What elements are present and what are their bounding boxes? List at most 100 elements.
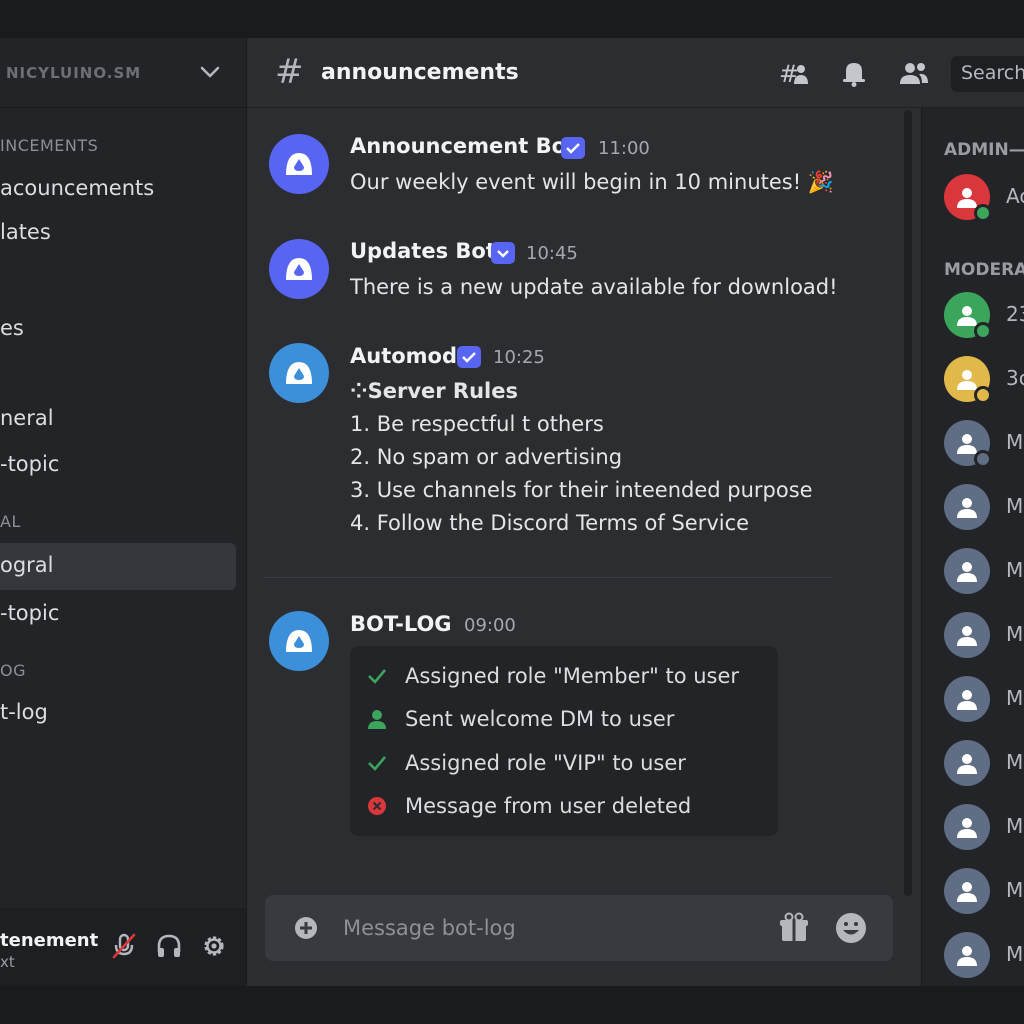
bot-avatar[interactable] <box>269 611 329 671</box>
settings-gear-icon[interactable] <box>200 932 228 960</box>
verified-badge-icon <box>561 137 585 159</box>
log-entry: Assigned role "VIP" to user <box>350 743 778 783</box>
notification-bell-icon[interactable] <box>837 58 871 88</box>
member-name: M <box>1006 814 1024 838</box>
member-item[interactable]: M <box>944 740 1024 788</box>
member-avatar <box>944 484 990 530</box>
channel-hash-icon: # <box>275 52 304 92</box>
message-author[interactable]: Updates Bot <box>350 239 496 263</box>
member-name: M <box>1006 942 1024 966</box>
member-name: M <box>1006 622 1024 646</box>
member-avatar <box>944 548 990 594</box>
log-entry-text: Assigned role "VIP" to user <box>405 751 686 775</box>
chevron-down-icon[interactable] <box>198 60 222 84</box>
member-item[interactable]: M <box>944 612 1024 660</box>
search-input[interactable]: Search <box>951 56 1024 92</box>
log-entry: Message from user deleted <box>350 786 778 826</box>
verified-badge-icon <box>457 346 481 368</box>
user-icon <box>957 188 977 208</box>
member-item[interactable]: M <box>944 420 1024 468</box>
bot-avatar[interactable] <box>269 343 329 403</box>
bot-logo-icon <box>286 258 312 280</box>
member-item[interactable]: M <box>944 484 1024 532</box>
channel-item[interactable]: ogral <box>0 553 54 577</box>
message-author[interactable]: Announcement Bot <box>350 134 576 158</box>
log-entry: Assigned role "Member" to user <box>350 656 778 696</box>
status-dot <box>974 386 992 404</box>
channel-item[interactable]: -topic <box>0 601 59 625</box>
bot-logo-icon <box>286 362 312 384</box>
channel-category[interactable]: AL <box>0 512 21 531</box>
message-timestamp: 11:00 <box>598 138 650 159</box>
member-list-icon[interactable] <box>897 58 931 88</box>
message-timestamp: 10:25 <box>493 347 545 368</box>
mute-mic-icon[interactable] <box>110 932 138 960</box>
member-item[interactable]: M <box>944 932 1024 980</box>
verified-badge-icon <box>491 242 515 264</box>
user-icon <box>957 754 977 774</box>
member-item[interactable]: Ac <box>944 174 1024 222</box>
user-icon <box>957 498 977 518</box>
member-item[interactable]: M <box>944 868 1024 916</box>
message-author[interactable]: Automod <box>350 344 457 368</box>
bot-logo-icon <box>286 153 312 175</box>
member-avatar <box>944 868 990 914</box>
message-text: There is a new update available for down… <box>350 275 838 299</box>
member-avatar <box>944 740 990 786</box>
rule-item: 1. Be respectful t others <box>350 412 604 436</box>
channel-header: # announcements # Search <box>247 38 1024 108</box>
channel-item[interactable]: t-log <box>0 700 48 724</box>
member-name: M <box>1006 686 1024 710</box>
bot-avatar[interactable] <box>269 239 329 299</box>
emoji-icon[interactable] <box>834 911 868 945</box>
message-timestamp: 10:45 <box>526 243 578 264</box>
user-icon <box>368 710 386 729</box>
channel-item[interactable]: -topic <box>0 452 59 476</box>
rule-item: 2. No spam or advertising <box>350 445 623 469</box>
rule-item: 4. Follow the Discord Terms of Service <box>350 511 750 535</box>
threads-icon[interactable]: # <box>777 58 811 88</box>
headphones-icon[interactable] <box>155 932 183 960</box>
channel-title: announcements <box>321 60 519 85</box>
bot-logo-icon <box>286 630 312 652</box>
message-composer <box>265 895 893 961</box>
member-name: Ac <box>1006 184 1024 208</box>
user-icon <box>957 882 977 902</box>
check-icon <box>368 756 386 771</box>
member-item[interactable]: M <box>944 548 1024 596</box>
log-entry-text: Sent welcome DM to user <box>405 707 675 731</box>
message-author[interactable]: BOT-LOG <box>350 612 452 636</box>
member-avatar <box>944 612 990 658</box>
user-icon <box>957 626 977 646</box>
bot-avatar[interactable] <box>269 134 329 194</box>
user-panel: tenement xt <box>0 908 246 986</box>
bot-log-embed: Assigned role "Member" to user Sent welc… <box>350 646 778 836</box>
gift-icon[interactable] <box>777 911 811 945</box>
chat-main: # announcements # Search Announcement Bo… <box>247 38 1024 986</box>
channel-category[interactable]: OG <box>0 661 26 680</box>
check-icon <box>368 669 386 684</box>
member-name: M <box>1006 750 1024 774</box>
user-name[interactable]: tenement <box>0 930 98 951</box>
message-input[interactable] <box>343 911 743 945</box>
channel-item[interactable]: lates <box>0 220 51 244</box>
chat-scrollbar[interactable] <box>904 110 912 896</box>
member-item[interactable]: 23 <box>944 292 1024 340</box>
member-item[interactable]: M <box>944 676 1024 724</box>
channel-category[interactable]: INCEMENTS <box>0 136 98 155</box>
channel-item[interactable]: neral <box>0 406 54 430</box>
user-icon <box>957 562 977 582</box>
member-item[interactable]: 3c <box>944 356 1024 404</box>
user-icon <box>957 306 977 326</box>
message-divider <box>265 577 831 578</box>
attach-plus-icon[interactable] <box>289 911 323 945</box>
log-entry: Sent welcome DM to user <box>350 699 778 739</box>
channel-item[interactable]: acouncements <box>0 176 154 200</box>
channel-item[interactable]: es <box>0 316 24 340</box>
member-name: M <box>1006 878 1024 902</box>
member-name: 3c <box>1006 366 1024 390</box>
server-name: NICYLUINO.SM <box>6 63 142 82</box>
status-dot <box>974 322 992 340</box>
member-item[interactable]: M <box>944 804 1024 852</box>
rule-item: 3. Use channels for their inteended purp… <box>350 478 813 502</box>
